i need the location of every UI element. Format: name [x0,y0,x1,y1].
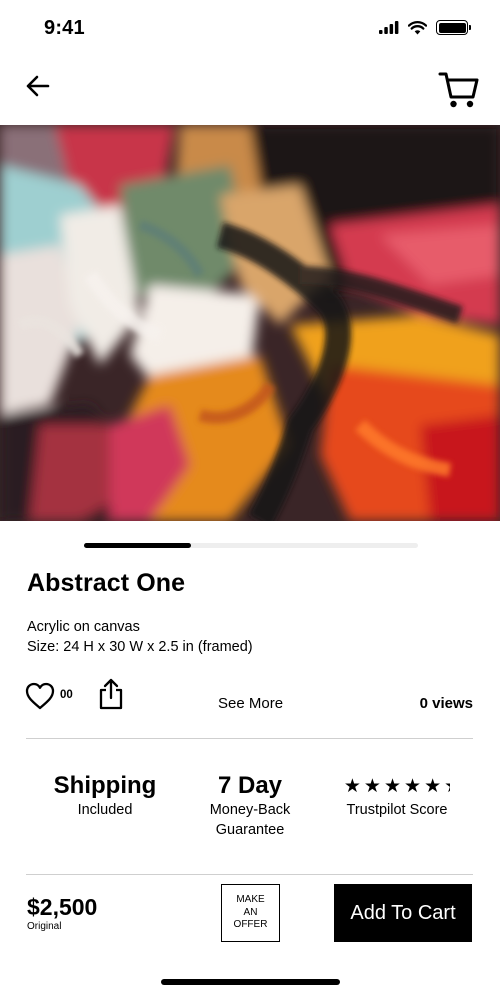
carousel-progress-thumb [84,543,191,548]
star-partial-icon: ★ [444,775,450,798]
price-label: Original [27,921,62,932]
features-row: Shipping Included 7 Day Money-Back Guara… [0,772,500,852]
product-medium: Acrylic on canvas [27,619,140,635]
status-time: 9:41 [44,17,85,39]
like-button[interactable] [25,682,55,710]
shipping-subtitle: Included [77,802,133,818]
guarantee-title: 7 Day [217,772,283,799]
heart-icon [25,682,55,710]
cart-button[interactable] [438,70,480,110]
status-icons [379,20,471,35]
action-row: 00 See More 0 views [0,676,500,720]
carousel-progress [84,543,418,548]
add-to-cart-button[interactable]: Add To Cart [334,884,472,942]
back-button[interactable] [22,70,54,102]
abstract-painting-image [0,125,500,521]
star-icon: ★ [424,775,442,797]
make-offer-button[interactable]: MAKE AN OFFER [221,884,280,942]
star-icon: ★ [343,775,361,797]
shipping-feature: Shipping Included [40,772,170,820]
star-icon: ★ [383,775,402,797]
trustpilot-feature[interactable]: ★ ★ ★ ★ ★ ★ Trustpilot Score [330,772,464,820]
trustpilot-stars: ★ ★ ★ ★ ★ ★ [330,772,464,800]
like-count: 00 [60,689,73,701]
share-icon [99,678,123,710]
arrow-left-icon [26,75,50,97]
wifi-icon [408,20,427,34]
nav-bar [0,58,500,125]
trustpilot-subtitle: Trustpilot Score [346,802,448,818]
shopping-cart-icon [438,72,479,108]
cellular-signal-icon [379,21,399,34]
guarantee-feature: 7 Day Money-Back Guarantee [190,772,310,840]
divider [26,874,473,875]
divider [26,738,473,739]
offer-label-line3: OFFER [233,919,268,931]
home-indicator [161,979,340,985]
view-count: 0 views [419,695,473,712]
status-bar: 9:41 [0,0,500,58]
shipping-title: Shipping [53,772,157,799]
product-image[interactable] [0,125,500,521]
star-icon: ★ [363,775,381,797]
battery-icon [436,20,471,35]
offer-label-line2: AN [243,906,258,918]
product-size: Size: 24 H x 30 W x 2.5 in (framed) [27,639,253,655]
price: $2,500 [27,894,98,920]
star-icon: ★ [404,775,422,797]
product-title: Abstract One [27,569,186,597]
guarantee-subtitle-line2: Guarantee [215,822,285,838]
see-more-link[interactable]: See More [218,695,283,712]
offer-label-line1: MAKE [236,894,265,906]
share-button[interactable] [98,678,124,710]
purchase-bar: $2,500 Original MAKE AN OFFER Add To Car… [0,876,500,956]
guarantee-subtitle-line1: Money-Back [209,802,291,818]
